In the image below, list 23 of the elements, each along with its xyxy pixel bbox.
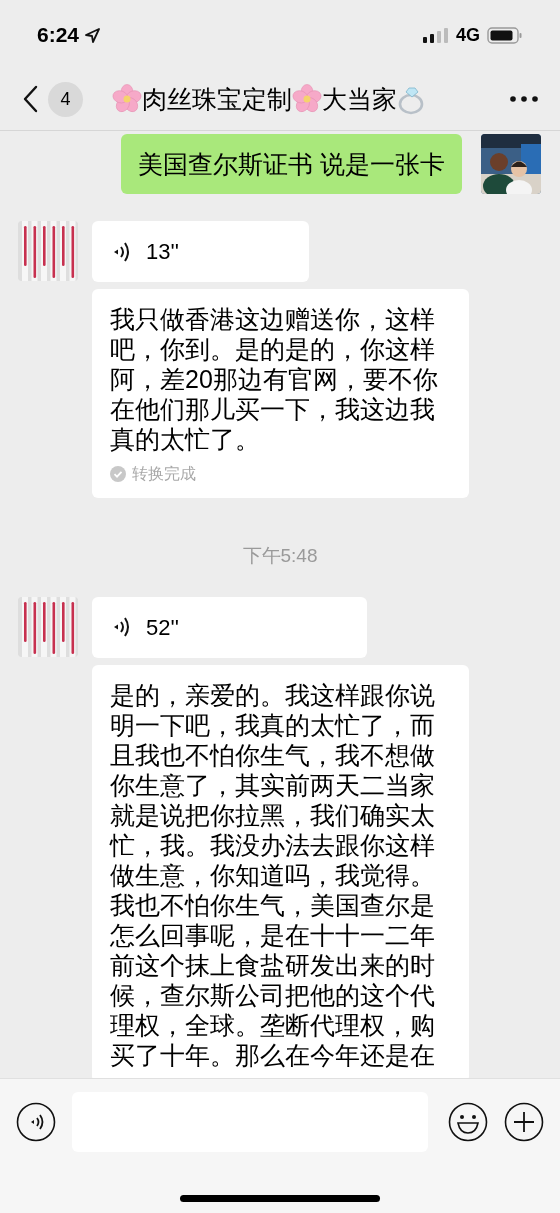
network-type: 4G [456,23,480,47]
voice-input-icon[interactable] [16,1102,56,1142]
back-chevron-icon[interactable] [22,85,38,113]
transcript-status: 转换完成 [132,464,196,484]
more-icon[interactable] [510,96,538,102]
transcript-text: 是的，亲爱的。我这样跟你说明一下吧，我真的太忙了，而且我也不怕你生气，我不想做你生意了，其实前两天二当家就是说把你拉黑，我们确实太忙，我。我没办法去跟你这样做生意，你知道吗，我觉得。我也不怕你生气，美国查尔是怎么回事呢，是在十十一二年前这个抹上食盐研发出来的时候，查尔斯公司把他的这个代理权，全球。垄断代理权，购买了十年。那么在今年还是在 [110,679,436,1070]
check-circle-icon [110,466,126,482]
add-icon[interactable] [504,1102,544,1142]
transcript-text: 我只做香港这边赠送你，这样吧，你到。是的是的，你这样阿，差20那边有官网，要不你在他们那儿买一下，我这边我真的太忙了。 [110,304,439,454]
flower-icon [292,84,322,114]
flower-icon [112,84,142,114]
timestamp: 下午5:48 [242,544,318,568]
signal-icon [423,27,449,43]
voice-message[interactable]: 13'' [92,221,309,282]
chat-title: 肉丝珠宝定制 [142,84,292,115]
emoji-icon[interactable] [448,1102,488,1142]
chat-title: 大当家 [322,84,397,115]
unread-count: 4 [48,81,83,117]
battery-icon [487,26,523,44]
voice-message[interactable]: 52'' [92,596,367,658]
location-arrow-icon [85,27,101,43]
status-time: 6:24 [37,22,80,49]
message-bubble: 美国查尔斯证书 说是一张卡 [121,134,462,194]
